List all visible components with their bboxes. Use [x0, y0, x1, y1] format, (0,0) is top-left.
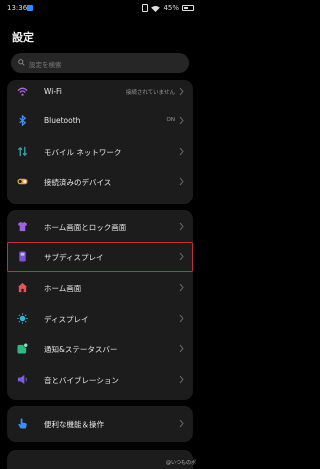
bluetooth-icon	[19, 115, 27, 126]
connected-devices-icon	[17, 178, 28, 185]
settings-item-label: ホーム画面とロック画面	[44, 223, 127, 232]
chevron-right-icon	[179, 177, 184, 186]
selection-highlight	[7, 242, 193, 272]
mobile-network-icon	[17, 146, 28, 157]
settings-item-sound-vibration[interactable]: 音とバイブレーション	[7, 365, 193, 395]
chevron-right-icon	[179, 419, 184, 428]
watermark: @いつものポ	[165, 460, 196, 466]
vibrate-icon	[142, 4, 149, 12]
battery-icon	[182, 5, 194, 11]
search-placeholder: 設定を検索	[29, 61, 62, 69]
notification-dot-icon	[27, 5, 33, 11]
settings-item-label: 音とバイブレーション	[44, 376, 119, 385]
chevron-right-icon	[179, 147, 184, 156]
hand-pointer-icon	[18, 418, 27, 429]
chevron-right-icon	[179, 314, 184, 323]
settings-item-notifications[interactable]: 通知&ステータスバー	[7, 334, 193, 364]
settings-item-label: ホーム画面	[44, 284, 82, 293]
page-title: 設定	[12, 31, 34, 44]
wifi-status-icon	[151, 5, 161, 12]
shirt-icon	[17, 221, 28, 232]
settings-item-home-lock-screen[interactable]: ホーム画面とロック画面	[7, 212, 193, 242]
chevron-right-icon	[179, 87, 184, 96]
speaker-icon	[17, 374, 27, 385]
settings-item-label: Wi-Fi	[44, 87, 62, 96]
settings-item-label: モバイル ネットワーク	[44, 148, 122, 157]
settings-item-connected-devices[interactable]: 接続済みのデバイス	[7, 167, 193, 197]
settings-item-home-screen[interactable]: ホーム画面	[7, 273, 193, 303]
sun-icon	[17, 313, 28, 324]
settings-item-label: ディスプレイ	[44, 315, 89, 324]
search-input[interactable]: 設定を検索	[11, 53, 189, 73]
home-icon	[17, 282, 28, 293]
status-icons: 45%	[142, 3, 194, 13]
settings-item-label: 通知&ステータスバー	[44, 345, 118, 354]
wifi-icon	[17, 87, 28, 96]
status-bar: 13:36 45%	[0, 0, 200, 18]
chevron-right-icon	[179, 116, 184, 125]
chevron-right-icon	[179, 222, 184, 231]
chevron-right-icon	[179, 283, 184, 292]
settings-item-wifi[interactable]: Wi-Fi 接続されていません	[7, 77, 193, 107]
notification-icon	[17, 343, 28, 354]
battery-percent: 45%	[163, 4, 179, 12]
chevron-right-icon	[179, 344, 184, 353]
settings-item-bluetooth[interactable]: Bluetooth ON	[7, 106, 193, 136]
settings-item-value: 接続されていません	[125, 90, 175, 96]
settings-item-label: 便利な機能＆操作	[44, 420, 104, 429]
settings-item-convenient-features[interactable]: 便利な機能＆操作	[7, 409, 193, 439]
chevron-right-icon	[179, 375, 184, 384]
settings-item-mobile-network[interactable]: モバイル ネットワーク	[7, 137, 193, 167]
settings-item-value: ON	[166, 117, 175, 123]
search-icon	[18, 59, 25, 66]
status-time: 13:36	[7, 4, 28, 12]
settings-item-label: Bluetooth	[44, 116, 81, 125]
settings-item-label: 接続済みのデバイス	[44, 178, 112, 187]
settings-item-display[interactable]: ディスプレイ	[7, 304, 193, 334]
